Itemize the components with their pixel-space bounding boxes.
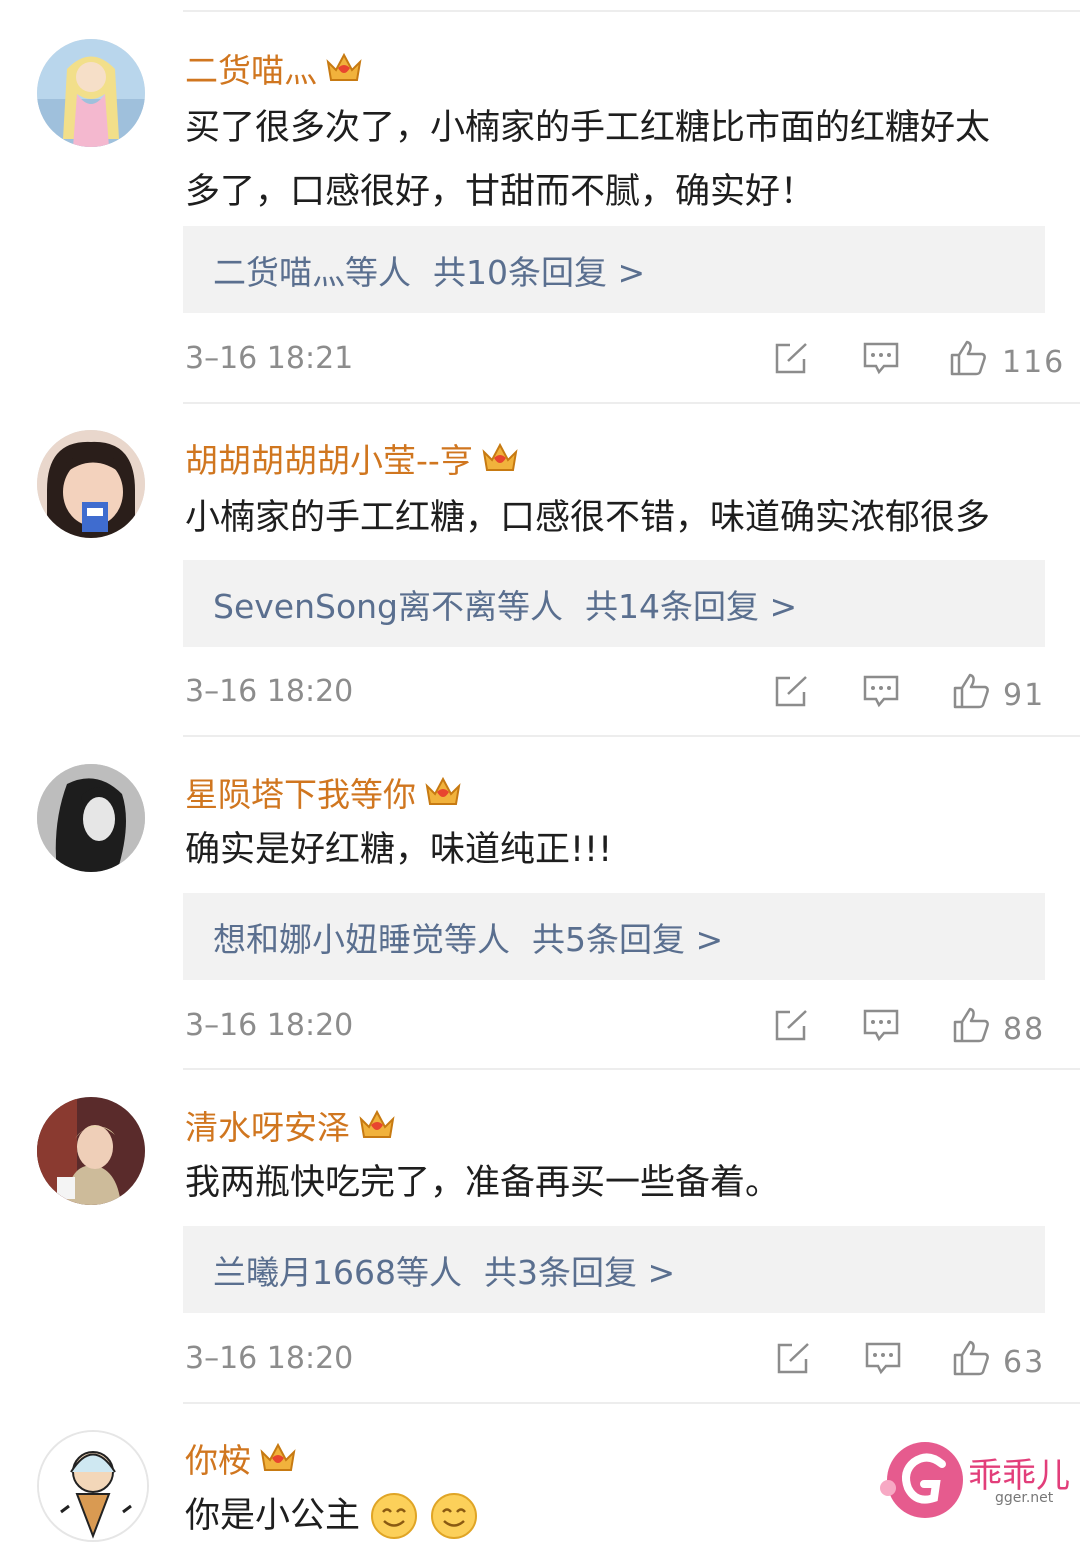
reply-users[interactable]: 二货喵灬等人 <box>213 246 411 294</box>
share-icon[interactable] <box>773 340 811 376</box>
reply-count-link[interactable]: 共5条回复 > <box>532 913 723 961</box>
divider <box>183 1068 1080 1070</box>
reply-count-link[interactable]: 共14条回复 > <box>585 580 797 628</box>
comment-text: 买了很多次了，小楠家的手工红糖比市面的红糖好太 多了，口感很好，甘甜而不腻，确实… <box>185 96 990 224</box>
comment-icon[interactable] <box>862 1007 900 1043</box>
username[interactable]: 星陨塔下我等你 <box>185 768 462 816</box>
smile-emoji-icon <box>371 1493 418 1539</box>
comment-line: 多了，口感很好，甘甜而不腻，确实好！ <box>185 172 816 212</box>
vip-crown-icon <box>482 442 518 471</box>
username-text[interactable]: 清水呀安泽 <box>185 1101 350 1149</box>
like-count: 91 <box>1003 678 1046 713</box>
reply-users[interactable]: 兰曦月1668等人 <box>213 1246 462 1294</box>
comment-icon[interactable] <box>862 340 900 376</box>
comment-text: 确实是好红糖，味道纯正!!! <box>185 818 612 882</box>
username[interactable]: 清水呀安泽 <box>185 1101 396 1149</box>
username-text[interactable]: 二货喵灬 <box>185 44 317 92</box>
avatar[interactable] <box>37 1097 145 1205</box>
share-icon[interactable] <box>775 1340 813 1376</box>
vip-crown-icon <box>326 52 362 81</box>
avatar[interactable] <box>37 39 145 147</box>
avatar[interactable] <box>37 1430 149 1542</box>
username[interactable]: 胡胡胡胡胡小莹--亨 <box>185 434 519 482</box>
reply-count-link[interactable]: 共10条回复 > <box>433 246 645 294</box>
replies-box[interactable]: 二货喵灬等人 共10条回复 > <box>183 226 1045 313</box>
share-icon[interactable] <box>773 1007 811 1043</box>
username[interactable]: 你桉 <box>185 1434 297 1482</box>
username[interactable]: 二货喵灬 <box>185 44 363 92</box>
replies-box[interactable]: 兰曦月1668等人 共3条回复 > <box>183 1226 1045 1313</box>
replies-box[interactable]: 想和娜小妞睡觉等人 共5条回复 > <box>183 893 1045 980</box>
like-count: 116 <box>1002 345 1066 380</box>
like-count: 88 <box>1003 1012 1046 1047</box>
divider <box>183 1402 1080 1404</box>
like-icon[interactable] <box>952 1007 990 1043</box>
smile-emoji-icon <box>431 1493 478 1539</box>
divider <box>183 735 1080 737</box>
comment-text: 我两瓶快吃完了，准备再买一些备着。 <box>185 1151 780 1215</box>
share-icon[interactable] <box>773 673 811 709</box>
comment-line: 我两瓶快吃完了，准备再买一些备着。 <box>185 1163 781 1203</box>
timestamp: 3–16 18:20 <box>185 674 354 709</box>
vip-crown-icon <box>260 1442 296 1471</box>
avatar[interactable] <box>37 430 145 538</box>
comment-icon[interactable] <box>864 1340 902 1376</box>
comment-line: 确实是好红糖，味道纯正!!! <box>185 830 613 870</box>
comment-text: 小楠家的手工红糖，口感很不错，味道确实浓郁很多 <box>185 486 990 550</box>
timestamp: 3–16 18:20 <box>185 1008 354 1043</box>
divider <box>183 402 1080 404</box>
comment-line: 小楠家的手工红糖，口感很不错，味道确实浓郁很多 <box>185 498 991 538</box>
vip-crown-icon <box>425 776 461 805</box>
reply-users[interactable]: SevenSong离不离等人 <box>213 580 563 628</box>
like-icon[interactable] <box>952 1340 990 1376</box>
like-icon[interactable] <box>952 673 990 709</box>
top-divider <box>183 10 1080 12</box>
timestamp: 3–16 18:20 <box>185 1341 354 1376</box>
vip-crown-icon <box>359 1109 395 1138</box>
avatar[interactable] <box>37 764 145 872</box>
like-count: 63 <box>1003 1345 1046 1380</box>
comment-line: 你是小公主 <box>185 1496 361 1536</box>
comment-line: 买了很多次了，小楠家的手工红糖比市面的红糖好太 <box>185 108 991 148</box>
comment-icon[interactable] <box>862 673 900 709</box>
watermark-url: gger.net <box>995 1490 1054 1506</box>
like-icon[interactable] <box>949 340 987 376</box>
username-text[interactable]: 胡胡胡胡胡小莹--亨 <box>185 434 473 482</box>
reply-users[interactable]: 想和娜小妞睡觉等人 <box>213 913 510 961</box>
comment-text: 你是小公主 <box>185 1484 478 1548</box>
replies-box[interactable]: SevenSong离不离等人 共14条回复 > <box>183 560 1045 647</box>
username-text[interactable]: 星陨塔下我等你 <box>185 768 416 816</box>
username-text[interactable]: 你桉 <box>185 1434 251 1482</box>
timestamp: 3–16 18:21 <box>185 341 354 376</box>
reply-count-link[interactable]: 共3条回复 > <box>484 1246 675 1294</box>
